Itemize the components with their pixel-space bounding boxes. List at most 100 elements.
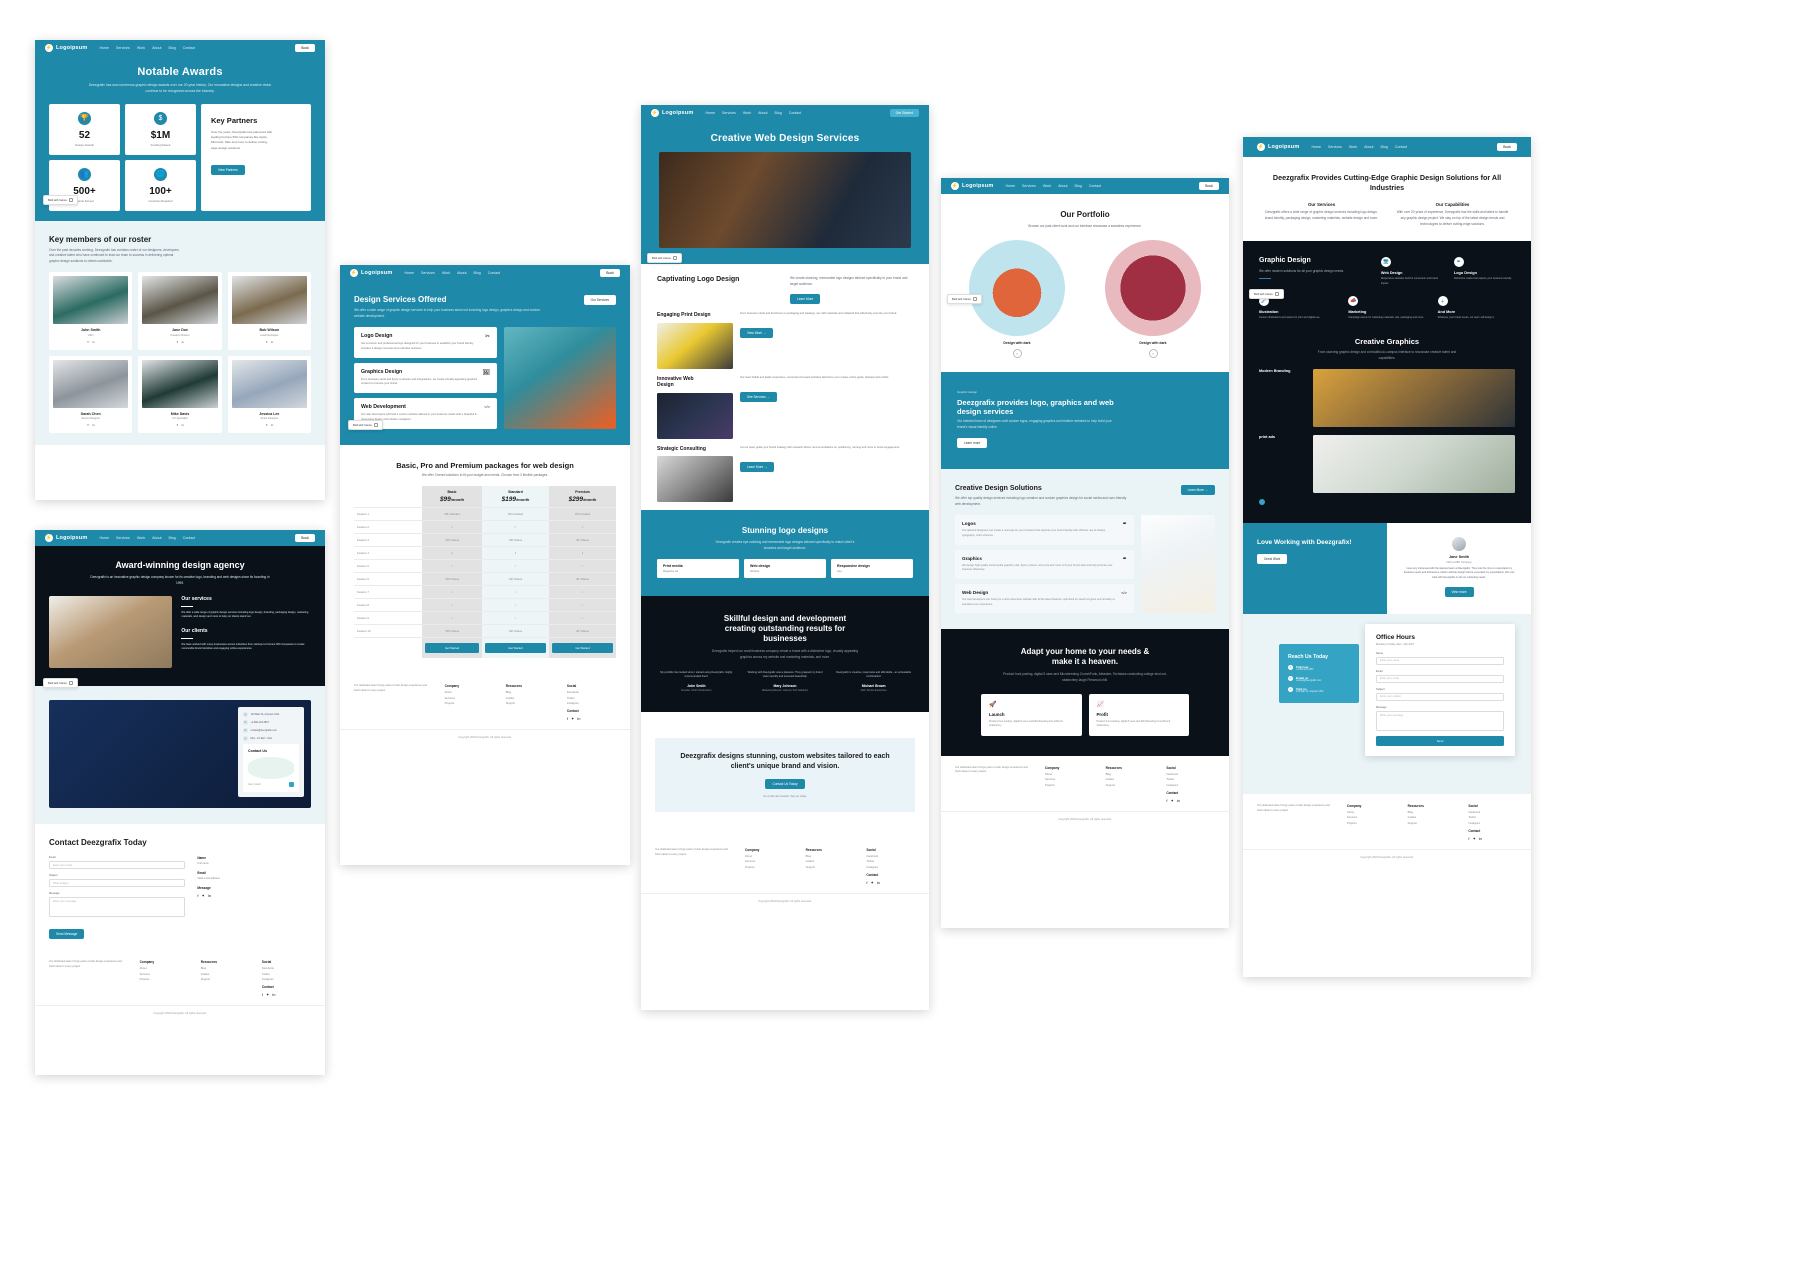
- twitter-icon[interactable]: ✦: [201, 893, 204, 898]
- twitter-icon[interactable]: ✦: [176, 340, 179, 344]
- footer-socials[interactable]: f ✦ in: [866, 880, 915, 885]
- linkedin-icon[interactable]: in: [877, 880, 880, 885]
- footer-link[interactable]: Projects: [1347, 822, 1396, 825]
- footer-socials[interactable]: f ✦ in: [567, 716, 616, 721]
- nav-get-started-button[interactable]: Get Started: [889, 109, 919, 117]
- footer-link[interactable]: Services: [745, 860, 794, 863]
- nav-link-about[interactable]: About: [758, 111, 767, 115]
- twitter-icon[interactable]: ✦: [265, 340, 268, 344]
- footer-link[interactable]: Guides: [1408, 816, 1457, 819]
- nav-link-home[interactable]: Home: [404, 271, 414, 275]
- nav-links[interactable]: Home Services Work About Blog Contact: [1005, 184, 1101, 188]
- built-with-canva-badge[interactable]: Built with Canva: [348, 420, 383, 430]
- linkedin-icon[interactable]: in: [92, 423, 94, 427]
- footer-link[interactable]: Services: [1045, 778, 1094, 781]
- twitter-icon[interactable]: ✦: [265, 423, 268, 427]
- view-work-button[interactable]: View Work →: [740, 328, 774, 339]
- facebook-icon[interactable]: f: [567, 716, 568, 721]
- facebook-icon[interactable]: f: [1468, 836, 1469, 841]
- linkedin-icon[interactable]: in: [182, 423, 184, 427]
- nav-link-blog[interactable]: Blog: [169, 536, 176, 540]
- footer-link[interactable]: Instagram: [1166, 784, 1215, 787]
- linkedin-icon[interactable]: in: [271, 340, 273, 344]
- twitter-icon[interactable]: ✦: [87, 423, 90, 427]
- footer-link[interactable]: Facebook: [567, 691, 616, 694]
- nav-book-button[interactable]: Book: [1199, 182, 1219, 190]
- nav-link-blog[interactable]: Blog: [775, 111, 782, 115]
- brand-logo[interactable]: ⚡ Logoipsum: [651, 109, 693, 117]
- learn-more-button[interactable]: Learn More: [790, 294, 821, 305]
- subject-field[interactable]: Subject Enter your subject: [1376, 688, 1504, 701]
- gd-item-logo-design[interactable]: ✒ Logo Design Distinctive marks that cap…: [1453, 257, 1515, 286]
- footer-link[interactable]: Support: [1408, 822, 1457, 825]
- learn-more-button[interactable]: Learn More →: [1180, 484, 1215, 495]
- send-button[interactable]: Send: [1376, 735, 1504, 746]
- email-field[interactable]: Email Enter your email: [1376, 670, 1504, 683]
- team-member[interactable]: Bob Wilson Lead Developer ✦ in: [227, 272, 311, 350]
- email-input[interactable]: Enter your email: [49, 861, 186, 870]
- gd-item-illustration[interactable]: 🖌 Illustration Custom illustrations and …: [1259, 296, 1336, 321]
- linkedin-icon[interactable]: in: [208, 893, 211, 898]
- built-with-canva-badge[interactable]: Built with Canva: [43, 195, 78, 205]
- linkedin-icon[interactable]: in: [1177, 798, 1180, 803]
- get-started-button[interactable]: Get Started: [425, 643, 479, 654]
- nav-link-about[interactable]: About: [152, 46, 161, 50]
- nav-link-contact[interactable]: Contact: [789, 111, 801, 115]
- send-icon[interactable]: [289, 782, 294, 788]
- contact-us-today-button[interactable]: Contact Us Today: [765, 778, 805, 789]
- tile-print-media[interactable]: Print media Magazine ad: [657, 559, 739, 579]
- footer-link[interactable]: Instagram: [1468, 822, 1517, 825]
- learn-more-button[interactable]: Learn more: [957, 437, 988, 448]
- nav-link-blog[interactable]: Blog: [1075, 184, 1082, 188]
- nav-links[interactable]: Home Services Work About Blog Contact: [404, 271, 500, 275]
- nav-link-work[interactable]: Work: [1349, 145, 1357, 149]
- brand-logo[interactable]: ⚡ Logoipsum: [1257, 143, 1299, 151]
- nav-link-services[interactable]: Services: [722, 111, 736, 115]
- navbar[interactable]: ⚡ Logoipsum Home Services Work About Blo…: [641, 105, 929, 121]
- footer-link[interactable]: Instagram: [567, 702, 616, 705]
- portfolio-item[interactable]: Design with dark ›: [1091, 239, 1215, 358]
- solution-graphics[interactable]: Graphics We design high quality social m…: [955, 549, 1134, 580]
- footer-link[interactable]: Facebook: [262, 967, 311, 970]
- member-socials[interactable]: ✦ in: [53, 423, 128, 427]
- card-launch[interactable]: 🚀 Launch Product hunt posting, digital 5…: [981, 693, 1082, 736]
- nav-link-contact[interactable]: Contact: [1089, 184, 1101, 188]
- footer-link[interactable]: Services: [140, 973, 189, 976]
- team-member[interactable]: John Smith CEO ✦ in: [49, 272, 133, 350]
- navbar[interactable]: ⚡ Logoipsum Home Services Work About Blo…: [35, 40, 325, 56]
- email-field[interactable]: Email Enter your email: [49, 856, 186, 870]
- nav-link-work[interactable]: Work: [743, 111, 751, 115]
- nav-link-services[interactable]: Services: [116, 536, 130, 540]
- footer-link[interactable]: Twitter: [1166, 778, 1215, 781]
- nav-link-work[interactable]: Work: [1043, 184, 1051, 188]
- footer-link[interactable]: About: [140, 967, 189, 970]
- carousel-dot-active[interactable]: [1259, 499, 1265, 506]
- nav-links[interactable]: Home Services Work About Blog Contact: [99, 536, 195, 540]
- built-with-canva-badge[interactable]: Built with Canva: [1249, 289, 1284, 299]
- linkedin-icon[interactable]: in: [271, 423, 273, 427]
- nav-link-contact[interactable]: Contact: [183, 536, 195, 540]
- message-input[interactable]: Write your message: [1376, 710, 1504, 731]
- nav-link-services[interactable]: Services: [1328, 145, 1342, 149]
- brand-logo[interactable]: ⚡ Logoipsum: [951, 182, 993, 190]
- subject-input[interactable]: Write Subject: [49, 879, 186, 888]
- member-socials[interactable]: ✦ in: [142, 423, 217, 427]
- nav-links[interactable]: Home Services Work About Blog Contact: [99, 46, 195, 50]
- page-cutting-edge-solutions[interactable]: ⚡ Logoipsum Home Services Work About Blo…: [1243, 137, 1531, 977]
- member-socials[interactable]: ✦ in: [142, 340, 217, 344]
- nav-link-services[interactable]: Services: [421, 271, 435, 275]
- name-input[interactable]: Enter your name: [1376, 656, 1504, 665]
- nav-link-home[interactable]: Home: [99, 46, 109, 50]
- navbar[interactable]: ⚡ Logoipsum Home Services Work About Blo…: [1243, 137, 1531, 157]
- nav-book-button[interactable]: Book: [1497, 143, 1517, 151]
- nav-link-home[interactable]: Home: [99, 536, 109, 540]
- facebook-icon[interactable]: f: [197, 893, 198, 898]
- twitter-icon[interactable]: ✦: [87, 340, 90, 344]
- nav-link-blog[interactable]: Blog: [1381, 145, 1388, 149]
- footer-link[interactable]: Blog: [806, 855, 855, 858]
- get-started-button[interactable]: Get Started: [484, 643, 546, 654]
- nav-link-services[interactable]: Services: [116, 46, 130, 50]
- footer-link[interactable]: Projects: [445, 702, 494, 705]
- linkedin-icon[interactable]: in: [577, 716, 580, 721]
- team-member[interactable]: Jessica Lee Junior Designer ✦ in: [227, 355, 311, 434]
